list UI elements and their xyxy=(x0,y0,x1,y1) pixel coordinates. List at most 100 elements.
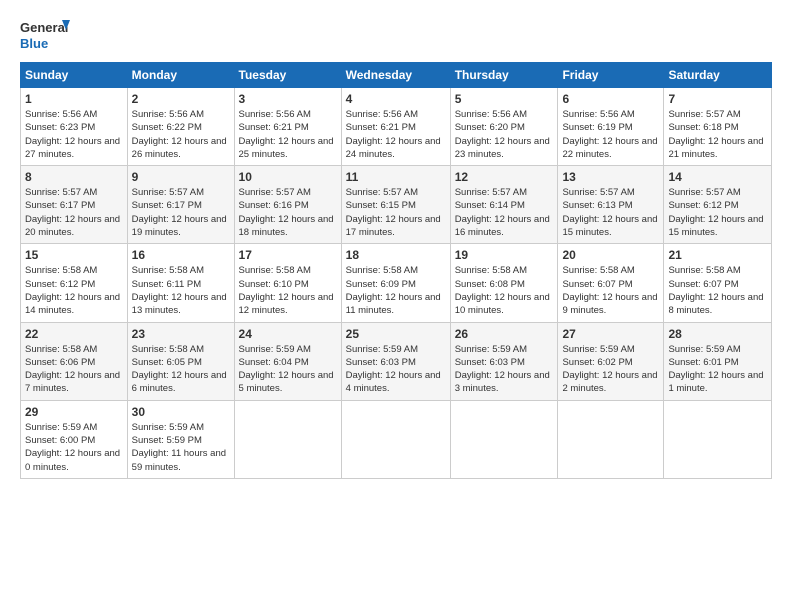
calendar-cell: 22 Sunrise: 5:58 AM Sunset: 6:06 PM Dayl… xyxy=(21,322,128,400)
day-number: 1 xyxy=(25,92,123,106)
calendar-cell: 6 Sunrise: 5:56 AM Sunset: 6:19 PM Dayli… xyxy=(558,88,664,166)
day-info: Sunrise: 5:59 AM Sunset: 6:03 PM Dayligh… xyxy=(455,343,554,396)
day-info: Sunrise: 5:57 AM Sunset: 6:16 PM Dayligh… xyxy=(239,186,337,239)
calendar-cell: 15 Sunrise: 5:58 AM Sunset: 6:12 PM Dayl… xyxy=(21,244,128,322)
day-number: 11 xyxy=(346,170,446,184)
calendar-cell: 24 Sunrise: 5:59 AM Sunset: 6:04 PM Dayl… xyxy=(234,322,341,400)
calendar-cell: 17 Sunrise: 5:58 AM Sunset: 6:10 PM Dayl… xyxy=(234,244,341,322)
calendar-cell: 2 Sunrise: 5:56 AM Sunset: 6:22 PM Dayli… xyxy=(127,88,234,166)
calendar-cell: 4 Sunrise: 5:56 AM Sunset: 6:21 PM Dayli… xyxy=(341,88,450,166)
logo: General Blue xyxy=(20,16,70,54)
calendar-cell: 23 Sunrise: 5:58 AM Sunset: 6:05 PM Dayl… xyxy=(127,322,234,400)
day-info: Sunrise: 5:58 AM Sunset: 6:07 PM Dayligh… xyxy=(668,264,767,317)
day-info: Sunrise: 5:59 AM Sunset: 6:02 PM Dayligh… xyxy=(562,343,659,396)
calendar-week-5: 29 Sunrise: 5:59 AM Sunset: 6:00 PM Dayl… xyxy=(21,400,772,478)
calendar-week-4: 22 Sunrise: 5:58 AM Sunset: 6:06 PM Dayl… xyxy=(21,322,772,400)
day-number: 21 xyxy=(668,248,767,262)
calendar-cell: 3 Sunrise: 5:56 AM Sunset: 6:21 PM Dayli… xyxy=(234,88,341,166)
day-info: Sunrise: 5:59 AM Sunset: 6:01 PM Dayligh… xyxy=(668,343,767,396)
day-number: 22 xyxy=(25,327,123,341)
day-info: Sunrise: 5:59 AM Sunset: 6:00 PM Dayligh… xyxy=(25,421,123,474)
calendar-cell: 19 Sunrise: 5:58 AM Sunset: 6:08 PM Dayl… xyxy=(450,244,558,322)
calendar-cell: 18 Sunrise: 5:58 AM Sunset: 6:09 PM Dayl… xyxy=(341,244,450,322)
calendar-cell: 21 Sunrise: 5:58 AM Sunset: 6:07 PM Dayl… xyxy=(664,244,772,322)
day-info: Sunrise: 5:58 AM Sunset: 6:09 PM Dayligh… xyxy=(346,264,446,317)
day-info: Sunrise: 5:58 AM Sunset: 6:11 PM Dayligh… xyxy=(132,264,230,317)
day-number: 19 xyxy=(455,248,554,262)
calendar-week-2: 8 Sunrise: 5:57 AM Sunset: 6:17 PM Dayli… xyxy=(21,166,772,244)
svg-text:Blue: Blue xyxy=(20,36,48,51)
day-number: 10 xyxy=(239,170,337,184)
page: General Blue SundayMondayTuesdayWednesda… xyxy=(0,0,792,612)
day-info: Sunrise: 5:57 AM Sunset: 6:18 PM Dayligh… xyxy=(668,108,767,161)
day-number: 25 xyxy=(346,327,446,341)
calendar-table: SundayMondayTuesdayWednesdayThursdayFrid… xyxy=(20,62,772,479)
calendar-cell xyxy=(234,400,341,478)
column-header-saturday: Saturday xyxy=(664,63,772,88)
day-info: Sunrise: 5:57 AM Sunset: 6:13 PM Dayligh… xyxy=(562,186,659,239)
day-info: Sunrise: 5:57 AM Sunset: 6:12 PM Dayligh… xyxy=(668,186,767,239)
day-info: Sunrise: 5:57 AM Sunset: 6:17 PM Dayligh… xyxy=(25,186,123,239)
header: General Blue xyxy=(20,16,772,54)
day-info: Sunrise: 5:59 AM Sunset: 5:59 PM Dayligh… xyxy=(132,421,230,474)
calendar-cell xyxy=(558,400,664,478)
svg-text:General: General xyxy=(20,20,68,35)
day-number: 28 xyxy=(668,327,767,341)
day-number: 23 xyxy=(132,327,230,341)
calendar-cell: 7 Sunrise: 5:57 AM Sunset: 6:18 PM Dayli… xyxy=(664,88,772,166)
column-header-thursday: Thursday xyxy=(450,63,558,88)
calendar-week-1: 1 Sunrise: 5:56 AM Sunset: 6:23 PM Dayli… xyxy=(21,88,772,166)
day-number: 20 xyxy=(562,248,659,262)
day-info: Sunrise: 5:58 AM Sunset: 6:06 PM Dayligh… xyxy=(25,343,123,396)
day-info: Sunrise: 5:56 AM Sunset: 6:23 PM Dayligh… xyxy=(25,108,123,161)
day-number: 9 xyxy=(132,170,230,184)
day-number: 26 xyxy=(455,327,554,341)
calendar-cell: 25 Sunrise: 5:59 AM Sunset: 6:03 PM Dayl… xyxy=(341,322,450,400)
day-info: Sunrise: 5:56 AM Sunset: 6:19 PM Dayligh… xyxy=(562,108,659,161)
calendar-cell: 11 Sunrise: 5:57 AM Sunset: 6:15 PM Dayl… xyxy=(341,166,450,244)
calendar-cell: 27 Sunrise: 5:59 AM Sunset: 6:02 PM Dayl… xyxy=(558,322,664,400)
calendar-cell: 8 Sunrise: 5:57 AM Sunset: 6:17 PM Dayli… xyxy=(21,166,128,244)
day-number: 6 xyxy=(562,92,659,106)
day-info: Sunrise: 5:58 AM Sunset: 6:07 PM Dayligh… xyxy=(562,264,659,317)
day-info: Sunrise: 5:58 AM Sunset: 6:10 PM Dayligh… xyxy=(239,264,337,317)
calendar-week-3: 15 Sunrise: 5:58 AM Sunset: 6:12 PM Dayl… xyxy=(21,244,772,322)
calendar-cell: 10 Sunrise: 5:57 AM Sunset: 6:16 PM Dayl… xyxy=(234,166,341,244)
day-info: Sunrise: 5:56 AM Sunset: 6:21 PM Dayligh… xyxy=(239,108,337,161)
calendar-cell: 13 Sunrise: 5:57 AM Sunset: 6:13 PM Dayl… xyxy=(558,166,664,244)
calendar-cell xyxy=(341,400,450,478)
calendar-cell: 9 Sunrise: 5:57 AM Sunset: 6:17 PM Dayli… xyxy=(127,166,234,244)
day-number: 7 xyxy=(668,92,767,106)
column-header-sunday: Sunday xyxy=(21,63,128,88)
column-header-wednesday: Wednesday xyxy=(341,63,450,88)
column-header-friday: Friday xyxy=(558,63,664,88)
column-header-tuesday: Tuesday xyxy=(234,63,341,88)
day-info: Sunrise: 5:56 AM Sunset: 6:21 PM Dayligh… xyxy=(346,108,446,161)
calendar-cell: 20 Sunrise: 5:58 AM Sunset: 6:07 PM Dayl… xyxy=(558,244,664,322)
day-info: Sunrise: 5:56 AM Sunset: 6:22 PM Dayligh… xyxy=(132,108,230,161)
day-number: 24 xyxy=(239,327,337,341)
day-info: Sunrise: 5:57 AM Sunset: 6:14 PM Dayligh… xyxy=(455,186,554,239)
day-number: 13 xyxy=(562,170,659,184)
day-number: 16 xyxy=(132,248,230,262)
day-number: 4 xyxy=(346,92,446,106)
calendar-cell: 12 Sunrise: 5:57 AM Sunset: 6:14 PM Dayl… xyxy=(450,166,558,244)
day-number: 12 xyxy=(455,170,554,184)
day-info: Sunrise: 5:56 AM Sunset: 6:20 PM Dayligh… xyxy=(455,108,554,161)
day-number: 27 xyxy=(562,327,659,341)
day-number: 8 xyxy=(25,170,123,184)
day-number: 30 xyxy=(132,405,230,419)
day-info: Sunrise: 5:59 AM Sunset: 6:04 PM Dayligh… xyxy=(239,343,337,396)
day-info: Sunrise: 5:59 AM Sunset: 6:03 PM Dayligh… xyxy=(346,343,446,396)
calendar-cell xyxy=(664,400,772,478)
day-info: Sunrise: 5:57 AM Sunset: 6:17 PM Dayligh… xyxy=(132,186,230,239)
day-number: 2 xyxy=(132,92,230,106)
calendar-cell xyxy=(450,400,558,478)
calendar-header-row: SundayMondayTuesdayWednesdayThursdayFrid… xyxy=(21,63,772,88)
calendar-cell: 14 Sunrise: 5:57 AM Sunset: 6:12 PM Dayl… xyxy=(664,166,772,244)
day-number: 29 xyxy=(25,405,123,419)
day-info: Sunrise: 5:57 AM Sunset: 6:15 PM Dayligh… xyxy=(346,186,446,239)
calendar-cell: 28 Sunrise: 5:59 AM Sunset: 6:01 PM Dayl… xyxy=(664,322,772,400)
day-info: Sunrise: 5:58 AM Sunset: 6:12 PM Dayligh… xyxy=(25,264,123,317)
day-number: 14 xyxy=(668,170,767,184)
